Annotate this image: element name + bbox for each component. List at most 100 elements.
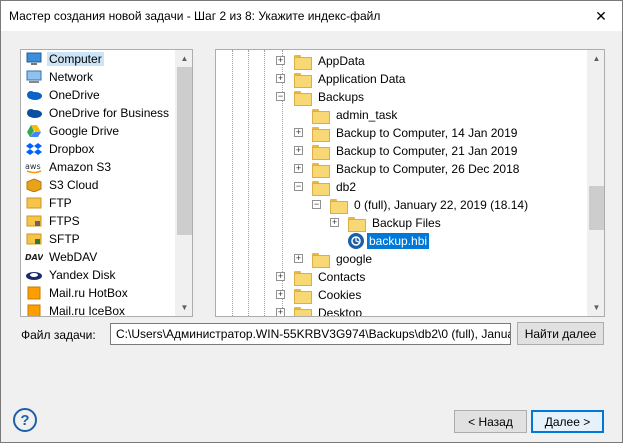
folder-icon: [348, 216, 366, 232]
dropbox-icon: [25, 141, 43, 157]
tree-item-label: google: [336, 252, 373, 266]
tree-folder[interactable]: AppData: [294, 52, 367, 70]
tree-folder[interactable]: Backup to Computer, 14 Jan 2019: [312, 124, 519, 142]
storage-item[interactable]: Computer: [21, 50, 177, 68]
tree-folder[interactable]: Desktop: [294, 304, 364, 317]
collapse-icon[interactable]: −: [276, 92, 285, 101]
storage-item[interactable]: Mail.ru HotBox: [21, 284, 177, 302]
expand-icon[interactable]: +: [294, 146, 303, 155]
help-icon[interactable]: ?: [13, 408, 37, 432]
backup-file-icon: [348, 233, 364, 249]
next-button[interactable]: Далее >: [531, 410, 604, 433]
tree-item-label: Cookies: [318, 288, 362, 302]
computer-icon: [25, 51, 43, 67]
tree-item-label: Contacts: [318, 270, 366, 284]
svg-text:DAV: DAV: [25, 253, 43, 262]
storage-item-label: Mail.ru IceBox: [49, 304, 126, 317]
storage-item[interactable]: Yandex Disk: [21, 266, 177, 284]
folder-tree: + AppData + Application Data − Backups admin_t…: [215, 49, 605, 317]
tree-folder[interactable]: Contacts: [294, 268, 367, 286]
expand-icon[interactable]: +: [294, 254, 303, 263]
tree-item-label: AppData: [318, 54, 365, 68]
expand-icon[interactable]: +: [276, 74, 285, 83]
tree-item-label: Backup Files: [372, 216, 441, 230]
storage-list-scrollbar[interactable]: ▲ ▼: [175, 50, 192, 316]
scroll-up-icon[interactable]: ▲: [588, 50, 604, 67]
scroll-down-icon[interactable]: ▼: [176, 299, 192, 316]
folder-icon: [312, 162, 330, 178]
folder-icon: [294, 90, 312, 106]
tree-item-label: Desktop: [318, 306, 363, 317]
tree-folder[interactable]: Backup to Computer, 21 Jan 2019: [312, 142, 519, 160]
task-file-field[interactable]: C:\Users\Администратор.WIN-55KRBV3G974\B…: [110, 323, 511, 345]
back-button[interactable]: < Назад: [454, 410, 527, 433]
tree-folder[interactable]: Application Data: [294, 70, 407, 88]
storage-item[interactable]: Google Drive: [21, 122, 177, 140]
scroll-up-icon[interactable]: ▲: [176, 50, 192, 67]
folder-icon: [312, 108, 330, 124]
folder-icon: [294, 54, 312, 70]
tree-folder[interactable]: google: [312, 250, 374, 268]
folder-tree-scrollbar[interactable]: ▲ ▼: [587, 50, 604, 316]
storage-item[interactable]: Network: [21, 68, 177, 86]
title-bar: Мастер создания новой задачи - Шаг 2 из …: [1, 1, 622, 31]
storage-item[interactable]: FTPS: [21, 212, 177, 230]
storage-item[interactable]: Mail.ru IceBox: [21, 302, 177, 317]
webdav-icon: DAV: [25, 249, 43, 265]
expand-icon[interactable]: +: [330, 218, 339, 227]
task-file-label: Файл задачи:: [21, 328, 96, 342]
storage-item[interactable]: OneDrive for Business: [21, 104, 177, 122]
tree-folder[interactable]: Backup Files: [348, 214, 443, 232]
tree-folder[interactable]: db2: [312, 178, 358, 196]
storage-item[interactable]: aws Amazon S3: [21, 158, 177, 176]
storage-item-label: Network: [49, 70, 94, 84]
tree-folder[interactable]: Backup to Computer, 26 Dec 2018: [312, 160, 521, 178]
expand-icon[interactable]: +: [294, 128, 303, 137]
find-next-button[interactable]: Найти далее: [517, 322, 604, 345]
close-icon[interactable]: ✕: [584, 1, 618, 31]
s3-cloud-icon: [25, 177, 43, 193]
storage-item[interactable]: FTP: [21, 194, 177, 212]
scroll-down-icon[interactable]: ▼: [588, 299, 604, 316]
storage-item[interactable]: SFTP: [21, 230, 177, 248]
storage-item[interactable]: DAV WebDAV: [21, 248, 177, 266]
ftp-icon: [25, 195, 43, 211]
tree-folder[interactable]: Backups: [294, 88, 366, 106]
tree-item-label: Backup to Computer, 26 Dec 2018: [336, 162, 520, 176]
tree-folder[interactable]: 0 (full), January 22, 2019 (18.14): [330, 196, 530, 214]
folder-icon: [312, 252, 330, 268]
folder-icon: [312, 126, 330, 142]
expand-icon[interactable]: +: [294, 164, 303, 173]
tree-file[interactable]: backup.hbi: [348, 232, 430, 250]
tree-item-label: backup.hbi: [367, 233, 430, 249]
tree-folder[interactable]: admin_task: [312, 106, 399, 124]
expand-icon[interactable]: +: [276, 272, 285, 281]
scroll-thumb[interactable]: [177, 67, 192, 235]
storage-item-label: Dropbox: [49, 142, 95, 156]
onedrive-business-icon: [25, 105, 43, 121]
tree-item-label: 0 (full), January 22, 2019 (18.14): [354, 198, 529, 212]
folder-icon: [294, 306, 312, 316]
yandex-disk-icon: [25, 267, 43, 283]
collapse-icon[interactable]: −: [294, 182, 303, 191]
tree-item-label: Backups: [318, 90, 365, 104]
storage-item-label: OneDrive for Business: [49, 106, 170, 120]
tree-item-label: Backup to Computer, 14 Jan 2019: [336, 126, 518, 140]
collapse-icon[interactable]: −: [312, 200, 321, 209]
tree-item-label: db2: [336, 180, 357, 194]
storage-item[interactable]: S3 Cloud: [21, 176, 177, 194]
storage-item[interactable]: OneDrive: [21, 86, 177, 104]
expand-icon[interactable]: +: [276, 290, 285, 299]
storage-item-label: OneDrive: [49, 88, 100, 102]
onedrive-icon: [25, 87, 43, 103]
scroll-thumb[interactable]: [589, 186, 604, 230]
storage-item-label: WebDAV: [49, 250, 98, 264]
expand-icon[interactable]: +: [276, 56, 285, 65]
tree-folder[interactable]: Cookies: [294, 286, 363, 304]
storage-item-label: Computer: [47, 52, 104, 66]
storage-item-label: Yandex Disk: [49, 268, 116, 282]
folder-icon: [312, 180, 330, 196]
storage-item-label: SFTP: [49, 232, 80, 246]
expand-icon[interactable]: +: [276, 308, 285, 316]
storage-item[interactable]: Dropbox: [21, 140, 177, 158]
